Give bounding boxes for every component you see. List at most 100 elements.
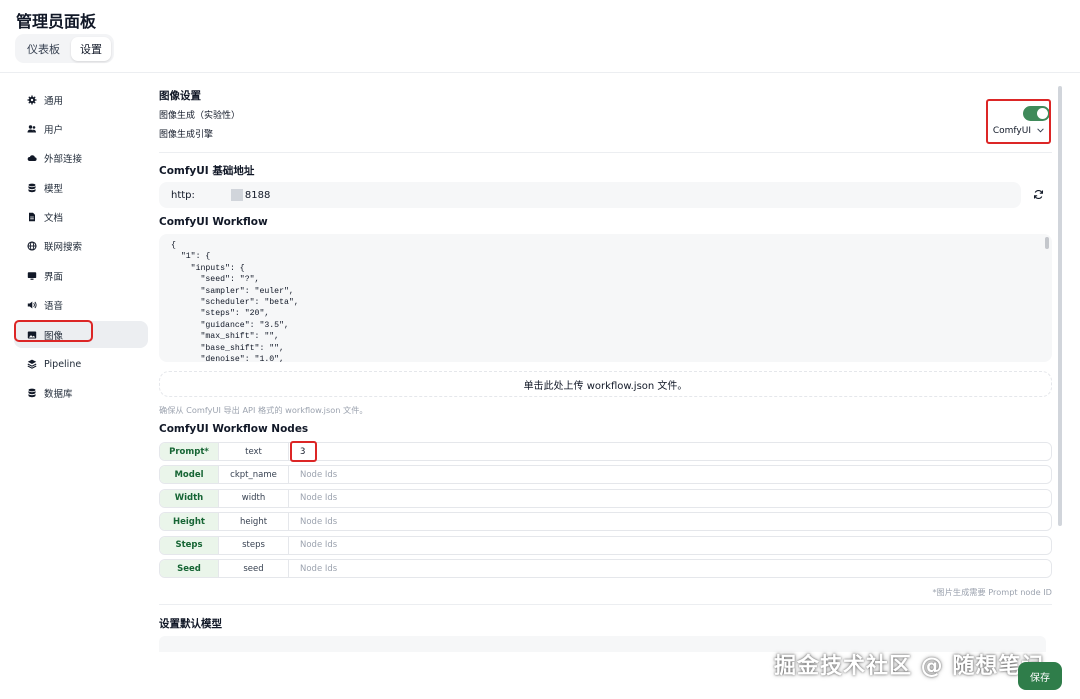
node-row-width: Width width [159,488,1052,508]
sidebar-item-label: 界面 [44,271,64,283]
divider [159,152,1052,153]
workflow-nodes-title: ComfyUI Workflow Nodes [159,423,309,435]
code-line: "inputs": { [171,263,245,273]
watermark: 掘金技术社区 @ 随想笔记 [774,654,1045,679]
node-key: height [219,513,289,531]
node-id-input[interactable] [289,560,1051,577]
node-id-input[interactable] [289,443,1051,460]
sidebar-item-label: 图像 [44,330,64,342]
divider [159,604,1052,605]
tab-dashboard[interactable]: 仪表板 [18,37,69,61]
pipeline-icon [26,358,38,370]
workflow-editor[interactable]: { "1": { "inputs": { "seed": "?", "sampl… [159,234,1052,362]
workflow-title: ComfyUI Workflow [159,216,268,228]
node-row-height: Height height [159,512,1052,532]
image-generation-toggle[interactable] [1023,106,1050,121]
node-key: seed [219,560,289,577]
sidebar-item-connections[interactable]: 外部连接 [14,145,148,172]
base-url-suffix: 8188 [244,189,271,201]
page-title: 管理员面板 [16,12,97,31]
node-tag: Seed [160,560,219,577]
workflow-code: { "1": { "inputs": { "seed": "?", "sampl… [171,240,1052,362]
node-key: steps [219,536,289,554]
sidebar-item-images[interactable]: 图像 [14,321,148,349]
node-tag: Height [160,513,219,531]
sidebar-item-documents[interactable]: 文档 [14,204,148,231]
code-line: "base_shift": "", [171,343,285,353]
node-tag: Model [160,466,219,484]
sidebar-item-pipeline[interactable]: Pipeline [14,351,148,378]
header-divider [0,72,1080,73]
database-icon [26,182,38,194]
tab-settings[interactable]: 设置 [71,36,111,61]
default-model-title: 设置默认模型 [159,618,222,630]
node-id-input[interactable] [289,489,1051,507]
image-settings-title: 图像设置 [159,90,201,102]
default-model-select[interactable] [159,636,1046,652]
base-url-input[interactable]: http: 8188 [159,182,1021,208]
code-line: "scheduler": "beta", [171,297,299,307]
editor-scrollbar[interactable] [1045,237,1049,249]
redacted-host [230,189,243,201]
base-url-prefix: http: [171,189,195,201]
globe-icon [26,240,38,252]
document-icon [26,211,38,223]
database-icon [26,387,38,399]
code-line: "1": { [171,252,211,262]
sidebar-item-label: 通用 [44,95,64,107]
code-line: "max_shift": "", [171,332,280,342]
sidebar-item-users[interactable]: 用户 [14,115,148,142]
sidebar-item-database[interactable]: 数据库 [14,380,148,407]
node-id-input[interactable] [289,513,1051,531]
monitor-icon [26,270,38,282]
sidebar-item-interface[interactable]: 界面 [14,262,148,289]
sidebar-item-label: 外部连接 [44,154,83,166]
sidebar-item-label: 用户 [44,124,64,136]
code-line: { [171,241,176,250]
base-url-title: ComfyUI 基础地址 [159,165,255,177]
image-generation-label: 图像生成（实验性） [159,111,241,121]
node-tag: Prompt* [160,443,219,460]
node-row-ckpt_name: Model ckpt_name [159,465,1052,485]
sidebar-item-web-search[interactable]: 联网搜索 [14,233,148,260]
sidebar-item-general[interactable]: 通用 [14,86,148,113]
engine-select[interactable]: ComfyUI [993,126,1044,136]
sidebar-item-label: 语音 [44,301,64,313]
code-line: "guidance": "3.5", [171,320,289,330]
cloud-icon [26,152,38,164]
chevron-down-icon [1037,126,1044,136]
node-id-input[interactable] [289,466,1051,484]
node-id-input[interactable] [289,536,1051,554]
top-tabs: 仪表板 设置 [15,34,114,63]
upload-workflow-button[interactable]: 单击此处上传 workflow.json 文件。 [159,371,1052,397]
sidebar-item-label: 文档 [44,213,64,225]
code-line: "seed": "?", [171,275,260,285]
sidebar: 通用 用户 外部连接 模型 文档 联网搜索 界面 语音 图像 Pipeline … [14,86,148,409]
image-icon [26,329,38,341]
code-line: "sampler": "euler", [171,286,294,296]
save-button[interactable]: 保存 [1018,662,1062,690]
sidebar-item-label: 数据库 [44,389,73,401]
node-key: text [219,443,289,460]
sidebar-item-label: 联网搜索 [44,242,83,254]
page-scrollbar[interactable] [1058,86,1062,526]
engine-select-value: ComfyUI [992,126,1031,136]
node-row-steps: Steps steps [159,535,1052,555]
node-row-text: Prompt* text [159,442,1052,461]
node-tag: Steps [160,536,219,554]
speaker-icon [26,299,38,311]
upload-hint: 确保从 ComfyUI 导出 API 格式的 workflow.json 文件。 [159,405,368,415]
sidebar-item-label: Pipeline [44,358,82,370]
sidebar-item-models[interactable]: 模型 [14,174,148,201]
code-line: "steps": "20", [171,309,270,319]
code-line: "denoise": "1.0", [171,354,285,362]
sidebar-item-audio[interactable]: 语音 [14,292,148,319]
refresh-icon[interactable] [1031,187,1045,201]
node-tag: Width [160,489,219,507]
toggle-knob [1037,108,1048,119]
image-engine-label: 图像生成引擎 [159,130,214,140]
sidebar-item-label: 模型 [44,183,64,195]
users-icon [26,123,38,135]
node-key: ckpt_name [219,466,289,484]
node-row-seed: Seed seed [159,559,1052,578]
